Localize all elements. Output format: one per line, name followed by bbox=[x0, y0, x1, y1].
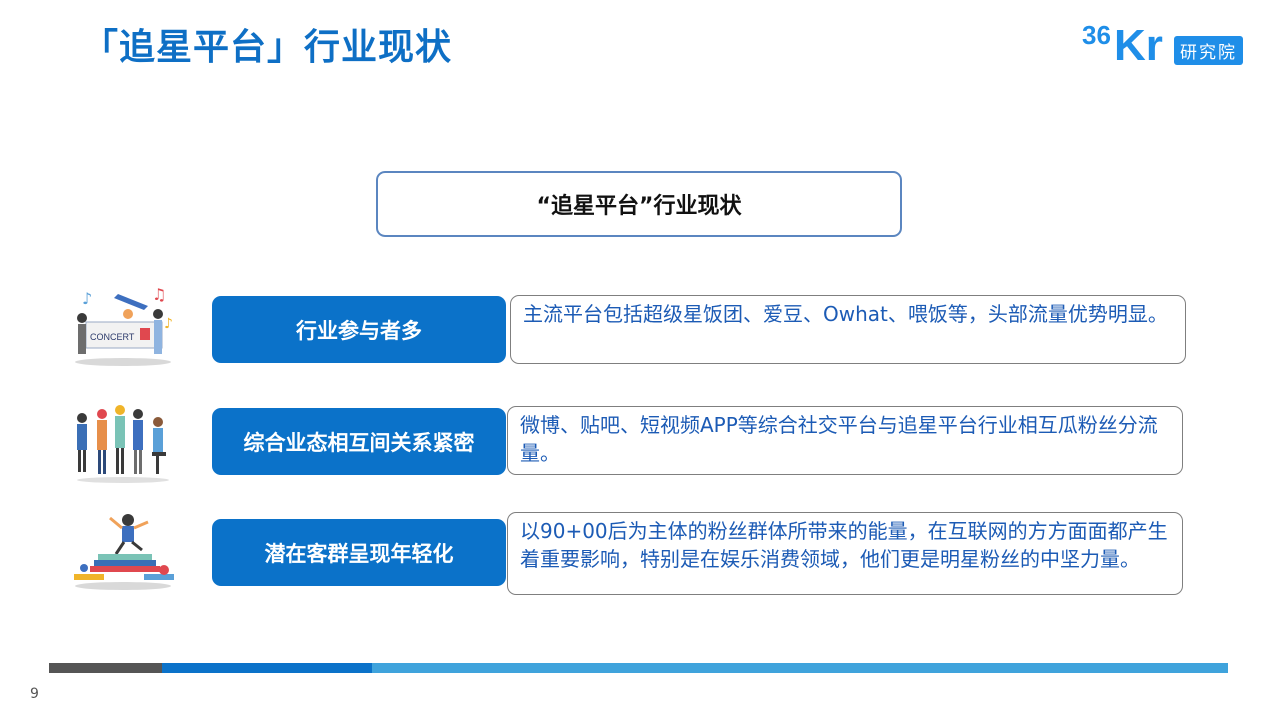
row-desc-participants: 主流平台包括超级星饭团、爱豆、Owhat、喂饭等，头部流量优势明显。 bbox=[510, 295, 1186, 364]
row-desc-text: 微博、贴吧、短视频APP等综合社交平台与追星平台行业相互瓜粉丝分流量。 bbox=[520, 413, 1158, 465]
svg-text:♪: ♪ bbox=[164, 316, 173, 332]
svg-text:♫: ♫ bbox=[152, 285, 166, 304]
logo-text-36: 36 bbox=[1082, 20, 1111, 50]
row-label-participants: 行业参与者多 bbox=[212, 296, 506, 363]
group-people-icon bbox=[68, 400, 178, 486]
page-number: 9 bbox=[30, 686, 39, 702]
page-title: 「追星平台」行业现状 bbox=[82, 27, 453, 68]
footer-bar-dark bbox=[49, 663, 162, 673]
row-label-text: 潜在客群呈现年轻化 bbox=[264, 541, 454, 566]
concert-banner-text: CONCERT bbox=[90, 332, 135, 342]
row-label-text: 综合业态相互间关系紧密 bbox=[243, 430, 475, 455]
logo-badge: 研究院 bbox=[1174, 36, 1243, 65]
svg-text:♪: ♪ bbox=[82, 289, 92, 308]
logo-text-kr: Kr bbox=[1114, 21, 1163, 66]
row-desc-ecosystem: 微博、贴吧、短视频APP等综合社交平台与追星平台行业相互瓜粉丝分流量。 bbox=[507, 406, 1183, 475]
row-desc-text: 主流平台包括超级星饭团、爱豆、Owhat、喂饭等，头部流量优势明显。 bbox=[523, 302, 1168, 326]
row-desc-text: 以90+00后为主体的粉丝群体所带来的能量，在互联网的方方面面都产生着重要影响，… bbox=[520, 519, 1168, 571]
section-title: “追星平台”行业现状 bbox=[536, 194, 742, 219]
youth-books-icon bbox=[68, 510, 178, 596]
row-label-text: 行业参与者多 bbox=[296, 318, 422, 343]
concert-fans-icon: ♪ ♫ ♪ CONCERT bbox=[68, 284, 178, 370]
footer-bar-light bbox=[372, 663, 1228, 673]
logo: 36 Kr 研究院 bbox=[1082, 14, 1262, 70]
row-label-ecosystem: 综合业态相互间关系紧密 bbox=[212, 408, 506, 475]
row-desc-youth: 以90+00后为主体的粉丝群体所带来的能量，在互联网的方方面面都产生着重要影响，… bbox=[507, 512, 1183, 595]
row-label-youth: 潜在客群呈现年轻化 bbox=[212, 519, 506, 586]
section-title-box: “追星平台”行业现状 bbox=[376, 171, 902, 237]
footer-bar-mid bbox=[162, 663, 372, 673]
